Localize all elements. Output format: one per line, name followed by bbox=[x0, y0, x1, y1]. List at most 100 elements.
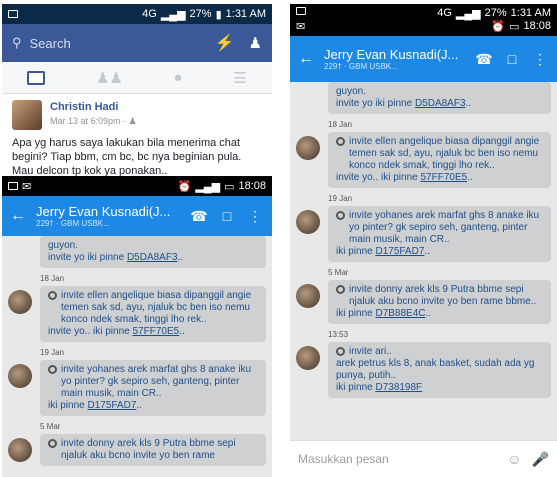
avatar[interactable] bbox=[296, 284, 320, 308]
alarm-icon: ⏰ bbox=[177, 180, 192, 193]
message-item: invite donny arek kls 9 Putra bbme sepi … bbox=[296, 280, 551, 324]
message-tail: .. bbox=[467, 172, 473, 183]
message-bubble[interactable]: guyon. invite yo iki pinne D5DA8AF3.. bbox=[328, 82, 551, 114]
right-status-bar: 4G ▂▄▆ 27% 1:31 AM ✉ ⏰ ▭ 18:08 bbox=[290, 4, 557, 36]
more-options-icon[interactable]: ⋮ bbox=[246, 208, 264, 225]
message-bubble[interactable]: guyon. invite yo iki pinne D5DA8AF3.. bbox=[40, 236, 266, 268]
right-phone: 4G ▂▄▆ 27% 1:31 AM ✉ ⏰ ▭ 18:08 ← Jerry Eva… bbox=[290, 4, 557, 477]
message-line: guyon. bbox=[336, 86, 367, 97]
message-line: invite yohanes arek marfat ghs 8 anake i… bbox=[61, 364, 252, 399]
message-input[interactable]: Masukkan pesan bbox=[298, 452, 497, 466]
network-label: 4G bbox=[142, 8, 157, 20]
message-tail: .. bbox=[179, 326, 185, 337]
message-line: invite donny arek kls 9 Putra bbme sepi … bbox=[61, 438, 236, 461]
message-bubble[interactable]: invite ellen angelique biasa dipanggil a… bbox=[40, 286, 266, 342]
network-label: 4G bbox=[437, 7, 452, 19]
signal-icon: ▂▄▆ bbox=[195, 180, 221, 193]
pin-link[interactable]: D7B88E4C bbox=[375, 308, 425, 319]
fb-search-bar: ⚲ Search ⚡ ♟ bbox=[2, 24, 272, 62]
phone-icon[interactable]: ☎ bbox=[190, 208, 208, 225]
post-meta: Mar 13 at 6:09pm · bbox=[50, 116, 127, 126]
message-line: invite yo iki pinne bbox=[336, 98, 415, 109]
image-icon bbox=[296, 7, 306, 15]
message-bubble[interactable]: invite yohanes arek marfat ghs 8 anake i… bbox=[40, 360, 266, 416]
time2-label: 18:08 bbox=[523, 20, 551, 32]
pin-link[interactable]: 57FF70E5 bbox=[133, 326, 180, 337]
chat-app-bar: ← Jerry Evan Kusnadi(J... 229† · GBM USB… bbox=[290, 36, 557, 82]
more-options-icon[interactable]: ⋮ bbox=[531, 51, 549, 68]
avatar[interactable] bbox=[8, 364, 32, 388]
message-date: 19 Jan bbox=[40, 348, 65, 357]
chat-app-bar: ← Jerry Evan Kusnadi(J... 229† · GBM USB… bbox=[2, 196, 272, 236]
messenger-icon[interactable]: ⚡ bbox=[215, 33, 235, 53]
friends-request-icon[interactable]: ♟ bbox=[249, 34, 262, 52]
signal-icon: ▂▄▆ bbox=[160, 8, 186, 21]
avatar[interactable] bbox=[8, 290, 32, 314]
message-item: guyon. invite yo iki pinne D5DA8AF3.. bbox=[8, 236, 266, 268]
avatar[interactable] bbox=[296, 346, 320, 370]
time-label: 18:08 bbox=[238, 180, 266, 192]
alarm-icon: ⏰ bbox=[491, 21, 506, 33]
battery-icon: ▮ bbox=[215, 8, 222, 21]
back-arrow-icon[interactable]: ← bbox=[298, 50, 314, 68]
post-author[interactable]: Christin Hadi bbox=[50, 100, 137, 114]
pin-link[interactable]: 57FF70E5 bbox=[421, 172, 468, 183]
chat-title[interactable]: Jerry Evan Kusnadi(J... bbox=[36, 204, 180, 219]
message-bubble[interactable]: invite donny arek kls 9 Putra bbme sepi … bbox=[328, 280, 551, 324]
menu-icon[interactable]: ☰ bbox=[233, 69, 246, 87]
battery-icon: ▭ bbox=[224, 180, 235, 193]
microphone-icon[interactable]: 🎤 bbox=[532, 451, 549, 468]
pin-link[interactable]: D738198F bbox=[375, 382, 422, 393]
broadcast-icon bbox=[336, 285, 345, 294]
message-bubble[interactable]: invite donny arek kls 9 Putra bbme sepi … bbox=[40, 434, 266, 466]
message-bubble[interactable]: invite yohanes arek marfat ghs 8 anake i… bbox=[328, 206, 551, 262]
pin-link[interactable]: D175FAD7 bbox=[87, 400, 136, 411]
battery-icon: ▭ bbox=[509, 21, 520, 33]
back-arrow-icon[interactable]: ← bbox=[10, 207, 26, 225]
message-item: guyon. invite yo iki pinne D5DA8AF3.. bbox=[296, 82, 551, 114]
message-line: invite yo.. iki pinne bbox=[336, 172, 421, 183]
message-item: invite ari.. arek petrus kls 8, anak bask… bbox=[296, 342, 551, 398]
globe-icon[interactable]: ● bbox=[174, 69, 183, 86]
left-status-bar: 4G ▂▄▆ 27% ▮ 1:31 AM bbox=[2, 4, 272, 24]
pin-link[interactable]: D175FAD7 bbox=[375, 246, 424, 257]
battery-label: 27% bbox=[189, 8, 212, 20]
time-label: 1:31 AM bbox=[510, 7, 551, 19]
fb-tabs: ♟♟ ● ☰ bbox=[2, 62, 272, 94]
emoji-icon[interactable]: ☺ bbox=[507, 451, 521, 467]
news-feed-icon[interactable] bbox=[27, 70, 46, 85]
mail-icon: ✉ bbox=[22, 180, 32, 193]
phone-icon[interactable]: ☎ bbox=[475, 51, 493, 68]
message-line: invite ellen angelique biasa dipanggil a… bbox=[61, 290, 252, 325]
message-tail: .. bbox=[177, 252, 184, 263]
message-bubble[interactable]: invite ari.. arek petrus kls 8, anak bask… bbox=[328, 342, 551, 398]
battery-label: 27% bbox=[484, 7, 507, 19]
chat-title[interactable]: Jerry Evan Kusnadi(J... bbox=[324, 47, 465, 62]
message-tail: .. bbox=[425, 308, 432, 319]
message-tail: .. bbox=[136, 400, 142, 411]
message-bubble[interactable]: invite ellen angelique biasa dipanggil a… bbox=[328, 132, 551, 188]
video-chat-icon[interactable]: □ bbox=[503, 51, 521, 67]
avatar[interactable] bbox=[12, 100, 42, 130]
message-line: invite ari.. bbox=[349, 346, 392, 357]
message-icon bbox=[8, 10, 18, 18]
message-line: iki pinne bbox=[336, 246, 376, 257]
chat-list: guyon. invite yo iki pinne D5DA8AF3.. 18 J… bbox=[2, 236, 272, 477]
broadcast-icon bbox=[48, 439, 57, 448]
video-chat-icon[interactable]: □ bbox=[218, 208, 236, 224]
fb-search[interactable]: ⚲ Search bbox=[12, 35, 215, 51]
pin-link[interactable]: D5DA8AF3 bbox=[415, 98, 466, 109]
message-date: 19 Jan bbox=[328, 194, 353, 203]
message-tail: .. bbox=[424, 246, 430, 257]
pin-link[interactable]: D5DA8AF3 bbox=[127, 252, 178, 263]
time-label: 1:31 AM bbox=[225, 8, 266, 20]
post-text: Apa yg harus saya lakukan bila menerima … bbox=[12, 137, 242, 177]
avatar[interactable] bbox=[296, 136, 320, 160]
friends-icon[interactable]: ♟♟ bbox=[96, 69, 123, 87]
avatar[interactable] bbox=[8, 438, 32, 462]
message-date: 18 Jan bbox=[328, 120, 353, 129]
chat-list: guyon. invite yo iki pinne D5DA8AF3.. 18 J… bbox=[290, 82, 557, 440]
message-line: invite ellen angelique biasa dipanggil a… bbox=[349, 136, 540, 171]
left-phone: 4G ▂▄▆ 27% ▮ 1:31 AM ⚲ Search ⚡ ♟ ♟♟ ● ☰… bbox=[2, 4, 272, 477]
avatar[interactable] bbox=[296, 210, 320, 234]
